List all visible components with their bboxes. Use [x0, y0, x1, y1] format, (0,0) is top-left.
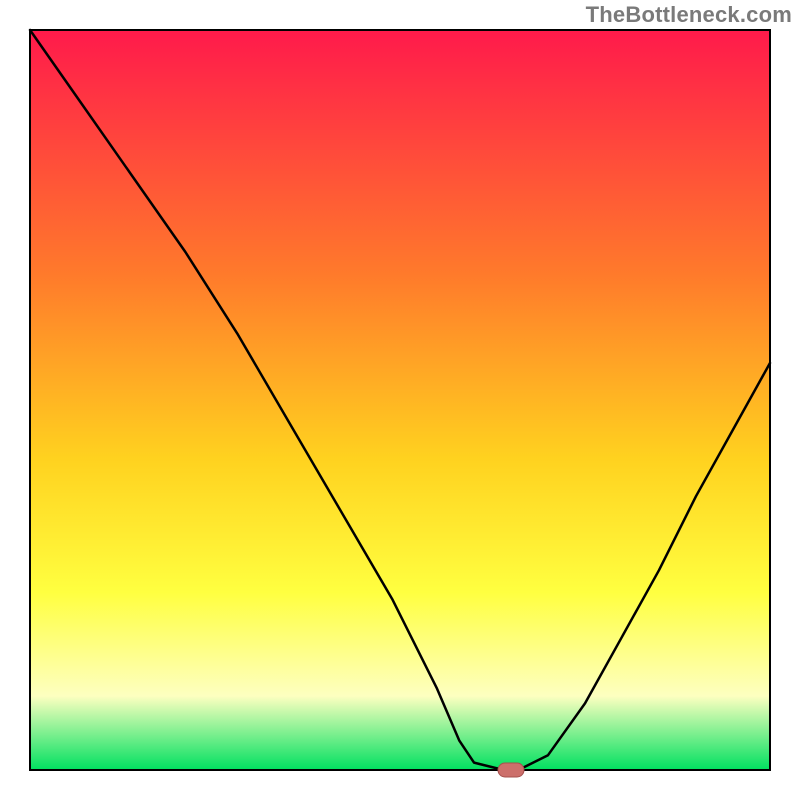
chart-container: TheBottleneck.com: [0, 0, 800, 800]
plot-background: [30, 30, 770, 770]
bottleneck-chart: [0, 0, 800, 800]
optimum-marker: [498, 763, 524, 777]
